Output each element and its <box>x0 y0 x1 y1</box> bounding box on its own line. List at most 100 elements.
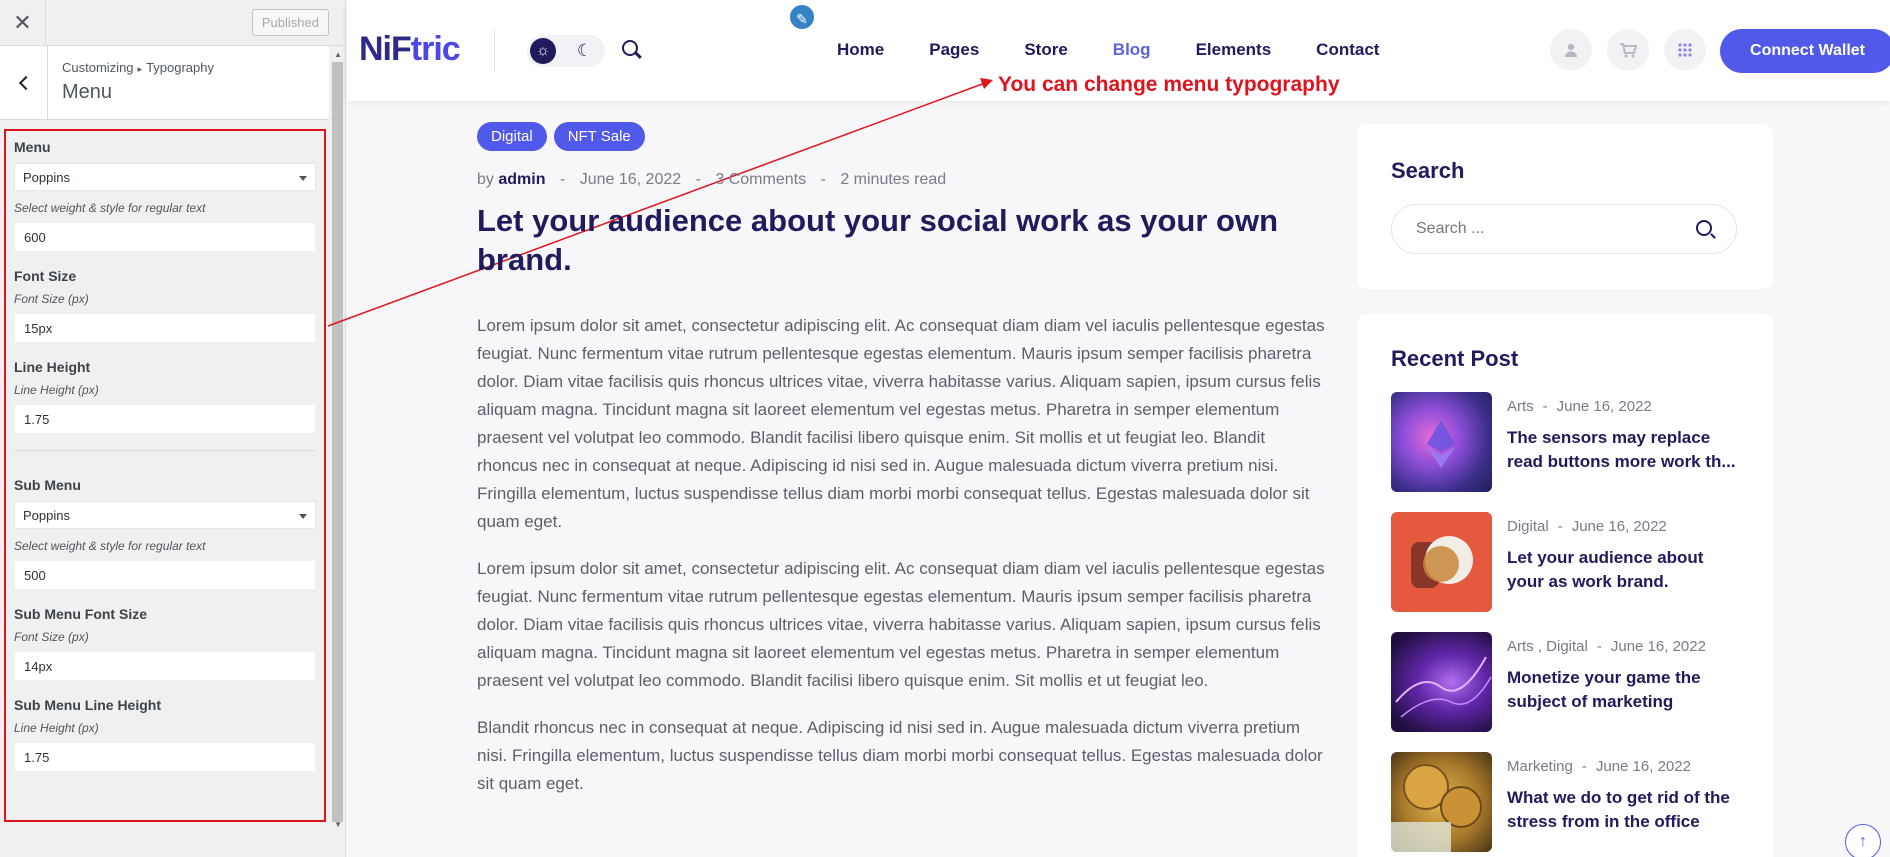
read-time: 2 minutes read <box>840 171 947 188</box>
divider <box>494 30 495 72</box>
connect-wallet-button[interactable]: Connect Wallet <box>1720 29 1890 73</box>
logo-text: NiF <box>359 30 412 68</box>
pencil-icon[interactable]: ✎ <box>788 3 816 31</box>
submenu-group-title: Sub Menu <box>14 477 81 493</box>
article-paragraph: Lorem ipsum dolor sit amet, consectetur … <box>477 315 1325 531</box>
submenu-line-height-input[interactable]: 1.75 <box>14 742 316 772</box>
submenu-line-height-hint: Line Height (px) <box>14 721 99 735</box>
menu-line-height-input[interactable]: 1.75 <box>14 404 316 434</box>
menu-weight-hint: Select weight & style for regular text <box>14 201 206 215</box>
list-item[interactable]: Digital - June 16, 2022 Let your audience … <box>1391 512 1751 612</box>
list-item[interactable]: Arts - June 16, 2022 The sensors may repla… <box>1391 392 1751 492</box>
post-category[interactable]: Marketing <box>1507 758 1573 775</box>
breadcrumb-item: Customizing <box>62 60 134 75</box>
tag-digital[interactable]: Digital <box>477 122 547 151</box>
published-button[interactable]: Published <box>251 9 329 36</box>
tag-nft-sale[interactable]: NFT Sale <box>553 122 645 151</box>
main-nav: Home Pages Store Blog Elements Contact <box>837 40 1424 60</box>
search-input[interactable]: Search ... <box>1391 204 1737 254</box>
scrollbar-thumb[interactable] <box>332 62 343 822</box>
widget-title: Recent Post <box>1391 346 1519 371</box>
site-logo[interactable]: NiFtric <box>359 30 461 69</box>
menu-weight-select[interactable]: 600 <box>14 222 316 252</box>
nav-home[interactable]: Home <box>837 40 884 60</box>
post-date: June 16, 2022 <box>1571 518 1667 535</box>
post-title[interactable]: The sensors may replace read buttons mor… <box>1507 426 1741 474</box>
nav-contact[interactable]: Contact <box>1316 40 1379 60</box>
post-category[interactable]: Arts <box>1507 398 1534 415</box>
article-date: June 16, 2022 <box>579 171 682 188</box>
close-icon[interactable]: ✕ <box>0 0 46 46</box>
menu-font-family-select[interactable]: Poppins <box>14 163 316 191</box>
cart-icon[interactable] <box>1607 29 1649 71</box>
grid-icon[interactable] <box>1664 29 1706 71</box>
submenu-font-family-select[interactable]: Poppins <box>14 501 316 529</box>
logo-text: tric <box>410 30 461 68</box>
submenu-weight-hint: Select weight & style for regular text <box>14 539 206 553</box>
menu-font-size-hint: Font Size (px) <box>14 292 89 306</box>
recent-posts-widget: Recent Post Arts - June 16, 2022 The senso… <box>1357 314 1773 857</box>
post-meta: Arts , Digital - June 16, 2022 <box>1507 638 1706 655</box>
widget-title: Search <box>1391 158 1465 183</box>
submenu-line-height-title: Sub Menu Line Height <box>14 697 161 713</box>
menu-font-size-title: Font Size <box>14 268 77 284</box>
scroll-up-arrow[interactable]: ▲ <box>334 50 342 59</box>
user-icon[interactable] <box>1550 29 1592 71</box>
typography-panel: Menu Poppins Select weight & style for r… <box>4 129 326 822</box>
search-icon[interactable] <box>622 40 638 56</box>
article-title: Let your audience about your social work… <box>477 203 1279 278</box>
submenu-font-size-hint: Font Size (px) <box>14 630 89 644</box>
back-button[interactable] <box>0 46 48 119</box>
section-header: Customizing ▸ Typography Menu <box>0 46 329 120</box>
breadcrumb-separator: ▸ <box>137 64 143 74</box>
article-meta: by admin - June 16, 2022 - 3 Comments - … <box>477 171 947 188</box>
divider <box>14 450 316 451</box>
submenu-weight-select[interactable]: 500 <box>14 560 316 590</box>
post-meta: Marketing - June 16, 2022 <box>1507 758 1691 775</box>
post-title[interactable]: Monetize your game the subject of market… <box>1507 666 1741 714</box>
nav-store[interactable]: Store <box>1024 40 1067 60</box>
search-widget: Search Search ... <box>1357 124 1773 289</box>
menu-group-title: Menu <box>14 139 51 155</box>
search-icon[interactable] <box>1696 220 1712 236</box>
search-placeholder: Search ... <box>1416 220 1485 237</box>
nav-blog[interactable]: Blog <box>1113 40 1151 60</box>
post-thumbnail[interactable] <box>1391 392 1492 492</box>
nav-elements[interactable]: Elements <box>1196 40 1272 60</box>
tag-list: Digital NFT Sale <box>477 122 1327 151</box>
post-title[interactable]: Let your audience about your as work bra… <box>1507 546 1741 594</box>
author-link[interactable]: admin <box>498 171 545 188</box>
post-title[interactable]: What we do to get rid of the stress from… <box>1507 786 1741 834</box>
section-title: Menu <box>62 81 113 103</box>
breadcrumb-item: Typography <box>146 60 214 75</box>
menu-font-size-input[interactable]: 15px <box>14 313 316 343</box>
submenu-font-size-input[interactable]: 14px <box>14 651 316 681</box>
scroll-down-arrow[interactable]: ▼ <box>334 820 342 829</box>
post-thumbnail[interactable] <box>1391 632 1492 732</box>
caret-down-icon <box>299 176 307 181</box>
article-paragraph: Blandit rhoncus nec in consequat at nequ… <box>477 717 1323 793</box>
chevron-left-icon <box>18 75 33 90</box>
moon-icon: ☾ <box>577 41 593 60</box>
theme-toggle[interactable]: ☼ ☾ <box>527 35 605 67</box>
post-meta: Digital - June 16, 2022 <box>1507 518 1667 535</box>
arrow-up-icon[interactable]: ↑ <box>1845 824 1881 857</box>
list-item[interactable]: Arts , Digital - June 16, 2022 Monetize yo… <box>1391 632 1751 732</box>
meta-by: by <box>477 171 494 188</box>
post-meta: Arts - June 16, 2022 <box>1507 398 1652 415</box>
caret-down-icon <box>299 514 307 519</box>
post-thumbnail[interactable] <box>1391 512 1492 612</box>
select-value: Poppins <box>23 170 70 185</box>
submenu-font-size-title: Sub Menu Font Size <box>14 606 147 622</box>
comments-link[interactable]: 3 Comments <box>715 171 806 188</box>
annotation-text: You can change menu typography <box>998 73 1340 96</box>
post-thumbnail[interactable] <box>1391 752 1492 852</box>
nav-pages[interactable]: Pages <box>929 40 979 60</box>
post-category[interactable]: Digital <box>1507 518 1549 535</box>
post-date: June 16, 2022 <box>1595 758 1691 775</box>
article-paragraph: Lorem ipsum dolor sit amet, consectetur … <box>477 558 1325 690</box>
customizer-topbar: ✕ Published <box>0 0 345 46</box>
list-item[interactable]: Marketing - June 16, 2022 What we do to ge… <box>1391 752 1751 852</box>
sun-icon: ☼ <box>530 38 556 64</box>
post-category[interactable]: Arts , Digital <box>1507 638 1588 655</box>
